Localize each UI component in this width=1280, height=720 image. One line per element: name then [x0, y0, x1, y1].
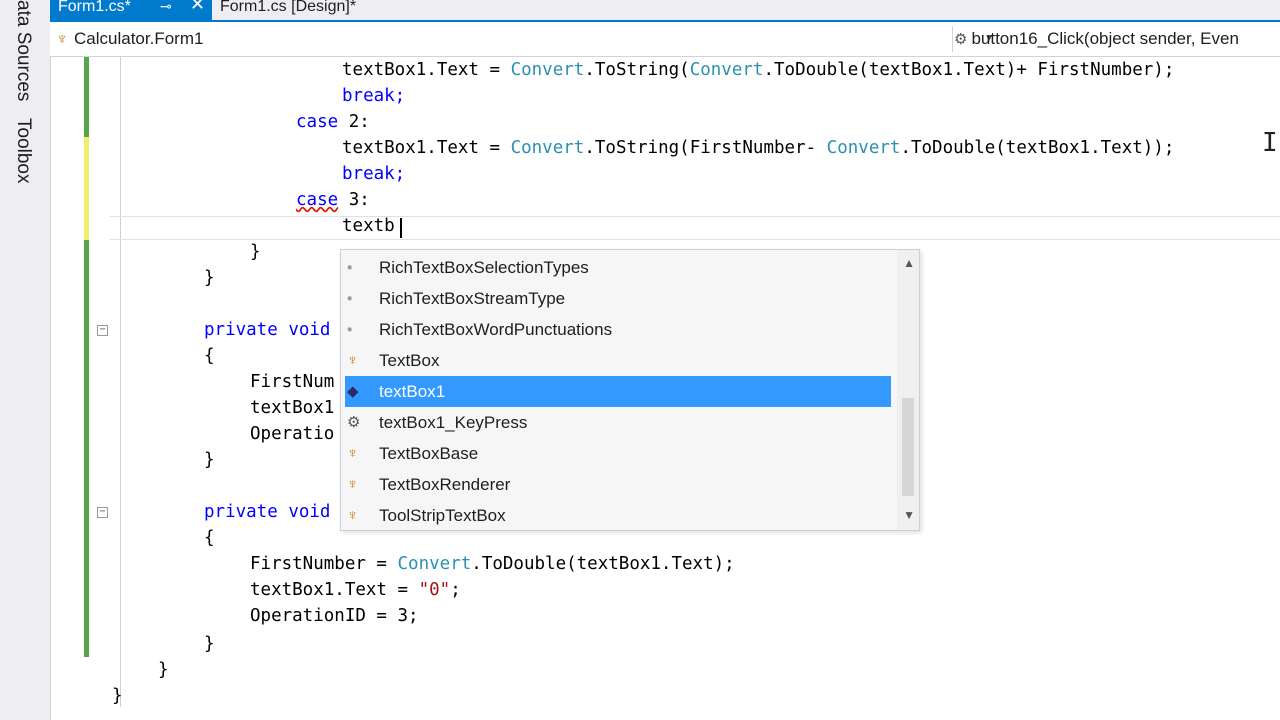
- completion-item[interactable]: ♆ TextBox: [345, 345, 891, 376]
- code-line: }: [158, 660, 169, 680]
- completion-item[interactable]: ⚙ textBox1_KeyPress: [345, 407, 891, 438]
- navigation-bar: ♆ Calculator.Form1 ▼ ⚙ button16_Click(obje…: [50, 22, 1280, 57]
- toolbox-tab[interactable]: Toolbox: [12, 118, 34, 184]
- collapse-icon[interactable]: −: [97, 507, 108, 518]
- collapse-icon[interactable]: −: [97, 325, 108, 336]
- tab-form1-cs[interactable]: Form1.cs* ⊸ ✕: [50, 0, 212, 20]
- completion-item[interactable]: ▪ RichTextBoxWordPunctuations: [345, 314, 891, 345]
- divider: [952, 26, 953, 52]
- enum-icon: ▪: [347, 259, 353, 276]
- code-line: case 2:: [296, 112, 370, 132]
- pin-icon[interactable]: ⊸: [160, 0, 172, 13]
- code-line: }: [204, 450, 215, 470]
- code-line: Operatio: [250, 424, 335, 444]
- completion-item[interactable]: ♆ ToolStripTextBox: [345, 500, 891, 531]
- current-line-highlight: [110, 216, 1280, 240]
- code-line: FirstNum: [250, 372, 335, 392]
- code-line: FirstNumber = Convert.ToDouble(textBox1.…: [250, 554, 735, 574]
- code-line: textBox1.Text = Convert.ToString(FirstNu…: [342, 138, 1175, 158]
- code-line: {: [204, 346, 215, 366]
- class-icon: ♆: [347, 352, 359, 369]
- text-caret: [400, 218, 402, 238]
- completion-item-label: TextBox: [379, 351, 440, 370]
- code-line: break;: [342, 164, 406, 184]
- member-selector-label: button16_Click(object sender, Even: [971, 29, 1239, 48]
- intellisense-completion-list[interactable]: ▪ RichTextBoxSelectionTypes ▪ RichTextBoxSt…: [340, 249, 920, 531]
- scroll-up-icon[interactable]: ▲: [903, 256, 915, 270]
- code-line: {: [204, 528, 215, 548]
- tab-label: Form1.cs*: [58, 0, 131, 15]
- code-line: }: [112, 686, 123, 706]
- code-line: textBox1.Text = Convert.ToString(Convert…: [342, 60, 1175, 80]
- completion-scrollbar[interactable]: ▲ ▼: [897, 250, 919, 530]
- close-icon[interactable]: ✕: [190, 0, 205, 13]
- code-line: break;: [342, 86, 406, 106]
- class-icon: ♆: [347, 476, 359, 493]
- completion-item[interactable]: ♆ TextBoxBase: [345, 438, 891, 469]
- completion-item-label: RichTextBoxSelectionTypes: [379, 258, 589, 277]
- completion-item[interactable]: ▪ RichTextBoxStreamType: [345, 283, 891, 314]
- field-icon: ◆: [347, 383, 359, 400]
- completion-item-label: RichTextBoxStreamType: [379, 289, 566, 308]
- unsaved-changes-marker: [84, 137, 89, 240]
- scrollbar-thumb[interactable]: [902, 398, 914, 496]
- class-icon: ♆: [347, 507, 359, 524]
- completion-item-label: TextBoxRenderer: [379, 475, 511, 494]
- completion-item-label: RichTextBoxWordPunctuations: [379, 320, 613, 339]
- class-icon: ♆: [56, 31, 68, 48]
- side-tool-strip: ata Sources Toolbox: [0, 0, 51, 720]
- member-selector[interactable]: ⚙ button16_Click(object sender, Even: [954, 26, 1280, 52]
- data-sources-tab[interactable]: ata Sources: [12, 0, 34, 101]
- completion-item[interactable]: ◆ textBox1: [345, 376, 891, 407]
- enum-icon: ▪: [347, 290, 353, 307]
- outline-guide: [120, 57, 121, 707]
- method-icon: ⚙: [954, 31, 968, 48]
- method-icon: ⚙: [347, 414, 361, 431]
- code-line: }: [250, 242, 261, 262]
- class-icon: ♆: [347, 445, 359, 462]
- completion-item[interactable]: ▪ RichTextBoxSelectionTypes: [345, 252, 891, 283]
- code-line: textb: [342, 216, 395, 236]
- scroll-down-icon[interactable]: ▼: [903, 508, 915, 522]
- code-line: private void: [204, 502, 331, 522]
- code-line: textBox1: [250, 398, 335, 418]
- tab-form1-design[interactable]: Form1.cs [Design]*: [220, 0, 356, 20]
- code-line: private void: [204, 320, 331, 340]
- class-selector-label: Calculator.Form1: [74, 29, 204, 48]
- completion-item[interactable]: ♆ TextBoxRenderer: [345, 469, 891, 500]
- document-tab-bar: Form1.cs* ⊸ ✕ Form1.cs [Design]*: [50, 0, 1280, 22]
- ibeam-cursor-icon: I: [1262, 128, 1278, 158]
- class-selector[interactable]: ♆ Calculator.Form1 ▼: [56, 26, 994, 52]
- completion-item-label: textBox1: [379, 382, 446, 401]
- completion-item-label: textBox1_KeyPress: [379, 413, 528, 432]
- code-line: }: [204, 634, 215, 654]
- code-line: OperationID = 3;: [250, 606, 419, 626]
- code-line: }: [204, 268, 215, 288]
- completion-item-label: ToolStripTextBox: [379, 506, 506, 525]
- code-line: case 3:: [296, 190, 370, 210]
- code-line: textBox1.Text = "0";: [250, 580, 461, 600]
- completion-item-label: TextBoxBase: [379, 444, 479, 463]
- enum-icon: ▪: [347, 321, 353, 338]
